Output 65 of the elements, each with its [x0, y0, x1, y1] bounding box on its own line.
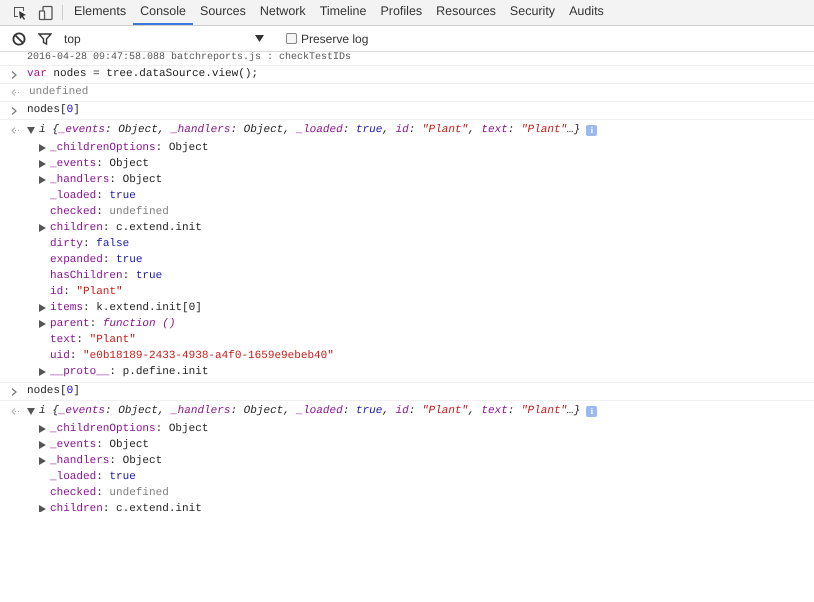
result-arrow-icon: [11, 126, 19, 134]
collapse-arrow-icon[interactable]: [27, 408, 35, 414]
property-text: parent: function (): [50, 316, 176, 332]
property-text: _events: Object: [50, 156, 150, 172]
property-text: dirty: false: [50, 236, 130, 252]
property-text: uid: "e0b18189-2433-4938-a4f0-1659e9ebeb40": [50, 348, 334, 364]
tab[interactable]: Network: [252, 0, 313, 25]
property-text: children: c.extend.init: [50, 502, 202, 512]
object-summary: i {_events: Object, _handlers: Object, _loaded: true, id: "Plant", text: "Plant"…}: [39, 122, 580, 138]
expand-arrow-icon[interactable]: [39, 176, 46, 184]
property-text: _events: Object: [50, 438, 150, 453]
property-text: children: c.extend.init: [50, 220, 202, 236]
checkbox[interactable]: [286, 33, 297, 44]
property-text: _handlers: Object: [50, 172, 162, 188]
property-text: _childrenOptions: Object: [50, 140, 208, 156]
property-text: id: "Plant": [50, 284, 123, 300]
filter-icon[interactable]: [38, 32, 52, 46]
tab[interactable]: Resources: [429, 0, 503, 25]
expand-arrow-icon[interactable]: [39, 224, 46, 232]
expand-arrow-icon[interactable]: [39, 144, 46, 152]
property-text: checked: undefined: [50, 204, 169, 220]
command-text: var nodes = tree.dataSource.view();: [27, 67, 258, 82]
clear-icon[interactable]: [12, 32, 26, 46]
tab[interactable]: Sources: [192, 0, 253, 25]
property-text: _childrenOptions: Object: [50, 422, 208, 437]
tab[interactable]: Timeline: [312, 0, 374, 25]
preserve-log-label: Preserve log: [301, 30, 368, 48]
expand-arrow-icon[interactable]: [39, 160, 46, 168]
caret-icon: [255, 35, 264, 42]
property-text: checked: undefined: [50, 486, 169, 501]
expand-arrow-icon[interactable]: [39, 441, 46, 449]
property-text: expanded: true: [50, 252, 142, 268]
property-text: text: "Plant": [50, 332, 136, 348]
result-arrow-icon: [11, 89, 19, 96]
expand-arrow-icon[interactable]: [39, 320, 46, 328]
expand-arrow-icon[interactable]: [39, 368, 46, 376]
device-icon[interactable]: [38, 4, 54, 20]
property-text: _handlers: Object: [50, 454, 162, 469]
collapse-arrow-icon[interactable]: [27, 126, 35, 134]
property-text: hasChildren: true: [50, 268, 162, 284]
prompt-icon: [11, 106, 17, 114]
tab[interactable]: Security: [502, 0, 562, 25]
property-text: __proto__: p.define.init: [50, 364, 208, 380]
command-text: nodes[0]: [27, 103, 80, 118]
prompt-icon: [11, 70, 17, 78]
result-text: undefined: [29, 85, 88, 100]
expand-arrow-icon[interactable]: [39, 505, 46, 512]
tab[interactable]: Profiles: [373, 0, 430, 25]
tab[interactable]: Audits: [562, 0, 611, 25]
result-arrow-icon: [11, 408, 19, 414]
object-summary: i {_events: Object, _handlers: Object, _loaded: true, id: "Plant", text: "Plant"…}: [39, 404, 580, 419]
context-dropdown[interactable]: top: [64, 30, 268, 48]
context-label: top: [64, 30, 81, 48]
tab[interactable]: Console: [133, 0, 193, 25]
command-text: nodes[0]: [27, 384, 80, 400]
log-message: 2016-04-28 09:47:58.088 batchreports.js : checkTestIDs: [27, 52, 352, 63]
expand-arrow-icon[interactable]: [39, 457, 46, 465]
property-text: _loaded: true: [50, 470, 136, 485]
expand-arrow-icon[interactable]: [39, 425, 46, 433]
property-text: _loaded: true: [50, 188, 136, 204]
prompt-icon: [11, 388, 17, 396]
property-text: items: k.extend.init[0]: [50, 300, 202, 316]
inspect-icon[interactable]: [12, 4, 28, 20]
tab[interactable]: Elements: [67, 0, 134, 25]
expand-arrow-icon[interactable]: [39, 304, 46, 312]
